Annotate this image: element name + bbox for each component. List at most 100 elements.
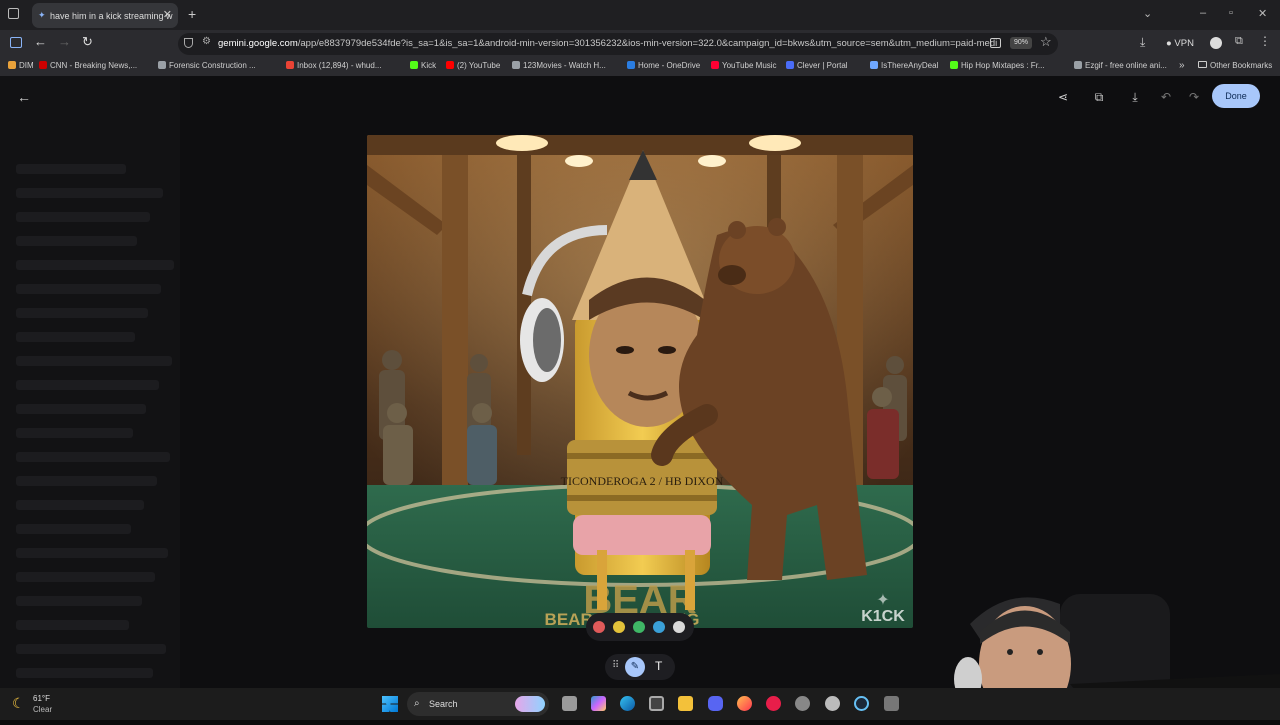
color-swatch[interactable] <box>653 621 665 633</box>
minimize-icon[interactable]: – <box>1200 7 1206 19</box>
bookmark-item[interactable]: Home - OneDrive <box>627 61 700 70</box>
bookmark-label: IsThereAnyDeal <box>881 61 939 70</box>
redo-icon: ↷ <box>1188 90 1200 104</box>
settings-gear-icon[interactable] <box>825 696 840 711</box>
pen-tool-icon[interactable]: ✎ <box>625 657 645 677</box>
weather-temp[interactable]: 61°F <box>33 694 50 703</box>
bookmark-item[interactable]: Ezgif - free online ani... <box>1074 61 1167 70</box>
task-view-icon[interactable] <box>562 696 577 711</box>
image-editor-toolbar: ← ⋖ ⧉ ⤓ ↶ ↷ Done <box>0 76 1280 118</box>
weather-condition: Clear <box>33 705 53 714</box>
edit-tools: ⠿ ✎ T <box>605 654 675 680</box>
bookmark-item[interactable]: DIM <box>8 61 34 70</box>
menu-icon[interactable]: ⋮ <box>1259 34 1271 48</box>
sidebar-toggle-icon[interactable] <box>10 37 22 48</box>
extensions-icon[interactable]: ⧉ <box>1235 35 1243 48</box>
copilot-icon[interactable] <box>591 696 606 711</box>
bookmark-item[interactable]: Clever | Portal <box>786 61 848 70</box>
new-tab-icon[interactable]: + <box>188 6 196 22</box>
color-swatch[interactable] <box>673 621 685 633</box>
share-icon[interactable]: ⋖ <box>1056 90 1070 104</box>
sparkle-watermark-icon: ✦ <box>876 592 889 609</box>
bookmark-favicon-icon <box>446 61 454 69</box>
app-icon-11[interactable] <box>884 696 899 711</box>
zoom-badge[interactable]: 90% <box>1010 37 1032 49</box>
site-info-icon[interactable] <box>184 38 193 48</box>
color-swatch[interactable] <box>613 621 625 633</box>
sidebar-placeholder <box>16 236 137 246</box>
bookmark-favicon-icon <box>39 61 47 69</box>
close-tab-icon[interactable]: ✕ <box>163 8 172 21</box>
address-bar[interactable]: gemini.google.com/app/e8837979de534fde?i… <box>178 33 1058 55</box>
color-swatch[interactable] <box>593 621 605 633</box>
copy-icon[interactable]: ⧉ <box>1092 90 1106 104</box>
other-bookmarks-label: Other Bookmarks <box>1210 61 1273 70</box>
color-swatch[interactable] <box>633 621 645 633</box>
bookmark-item[interactable]: IsThereAnyDeal <box>870 61 938 70</box>
store-icon[interactable] <box>649 696 664 711</box>
undo-icon: ↶ <box>1160 90 1172 104</box>
sidebar-placeholder <box>16 668 153 678</box>
app-icon-8[interactable] <box>795 696 810 711</box>
bookmark-star-icon[interactable]: ☆ <box>1040 34 1052 50</box>
browser-tab-bar: ✦ have him in a kick streaming w ✕ + ⌄ –… <box>0 0 1280 30</box>
bookmark-item[interactable]: Inbox (12,894) - whud... <box>286 61 382 70</box>
sidebar-placeholder <box>16 476 157 486</box>
bookmark-item[interactable]: Forensic Construction ... <box>158 61 256 70</box>
sidebar-dimmed <box>0 76 180 688</box>
discord-icon[interactable] <box>708 696 723 711</box>
downloads-icon[interactable]: ⤓ <box>1140 35 1145 50</box>
back-arrow-icon[interactable]: ← <box>17 90 31 104</box>
bookmark-item[interactable]: 123Movies - Watch H... <box>512 61 606 70</box>
bookmark-item[interactable]: (2) YouTube <box>446 61 500 70</box>
tab-title: have him in a kick streaming w <box>50 10 173 21</box>
vpn-button[interactable]: ● VPN <box>1166 38 1194 49</box>
bookmark-favicon-icon <box>711 61 719 69</box>
bookmark-label: CNN - Breaking News,... <box>50 61 138 70</box>
start-icon[interactable] <box>382 696 398 712</box>
bookmark-item[interactable]: Hip Hop Mixtapes : Fr... <box>950 61 1045 70</box>
forward-icon: → <box>58 34 71 49</box>
artwork-svg: BEAR BEAR WRESTLING TICONDEROGA 2 / HB D… <box>367 135 913 628</box>
taskbar-search[interactable]: ⌕ Search <box>407 692 549 716</box>
other-bookmarks[interactable]: Other Bookmarks <box>1198 61 1272 70</box>
kick-watermark: K1CK <box>861 608 905 625</box>
browser-tab[interactable]: ✦ have him in a kick streaming w ✕ <box>32 3 178 28</box>
steam-icon[interactable] <box>854 696 869 711</box>
close-window-icon[interactable]: ✕ <box>1258 7 1267 20</box>
bookmark-favicon-icon <box>158 61 166 69</box>
bookmarks-overflow-icon[interactable]: » <box>1179 60 1185 71</box>
install-app-icon[interactable] <box>990 38 1001 48</box>
weather-moon-icon[interactable]: ☾ <box>12 695 25 712</box>
pencil-imprint: TICONDEROGA 2 / HB DIXON <box>561 474 724 488</box>
tab-search-chevron-icon[interactable]: ⌄ <box>1143 7 1152 20</box>
bookmark-favicon-icon <box>8 61 16 69</box>
page-settings-icon[interactable]: ⚙ <box>202 36 211 47</box>
edge-icon[interactable] <box>620 696 635 711</box>
bookmark-label: Clever | Portal <box>797 61 848 70</box>
bookmark-item[interactable]: YouTube Music <box>711 61 777 70</box>
bookmark-label: DIM <box>19 61 34 70</box>
done-button[interactable]: Done <box>1212 84 1260 108</box>
bookmark-label: Ezgif - free online ani... <box>1085 61 1167 70</box>
sidebar-placeholder <box>16 572 155 582</box>
bookmark-item[interactable]: CNN - Breaking News,... <box>39 61 137 70</box>
tab-actions-icon[interactable] <box>8 8 19 19</box>
maximize-icon[interactable]: ▫ <box>1229 7 1233 19</box>
file-explorer-icon[interactable] <box>678 696 693 711</box>
bookmark-item[interactable]: Kick <box>410 61 436 70</box>
bookmark-favicon-icon <box>627 61 635 69</box>
download-icon[interactable]: ⤓ <box>1128 90 1142 104</box>
reload-icon[interactable]: ↻ <box>82 34 93 50</box>
profile-icon[interactable] <box>1210 37 1222 49</box>
generated-image: BEAR BEAR WRESTLING TICONDEROGA 2 / HB D… <box>367 135 913 628</box>
text-tool-button[interactable]: T <box>655 659 662 673</box>
search-highlight-icon <box>515 696 545 712</box>
back-icon[interactable]: ← <box>34 34 47 49</box>
bookmark-favicon-icon <box>950 61 958 69</box>
firefox-icon[interactable] <box>737 696 752 711</box>
search-placeholder: Search <box>429 699 458 709</box>
bookmark-label: Inbox (12,894) - whud... <box>297 61 382 70</box>
media-player-icon[interactable] <box>766 696 781 711</box>
drag-handle-icon[interactable]: ⠿ <box>612 660 619 671</box>
